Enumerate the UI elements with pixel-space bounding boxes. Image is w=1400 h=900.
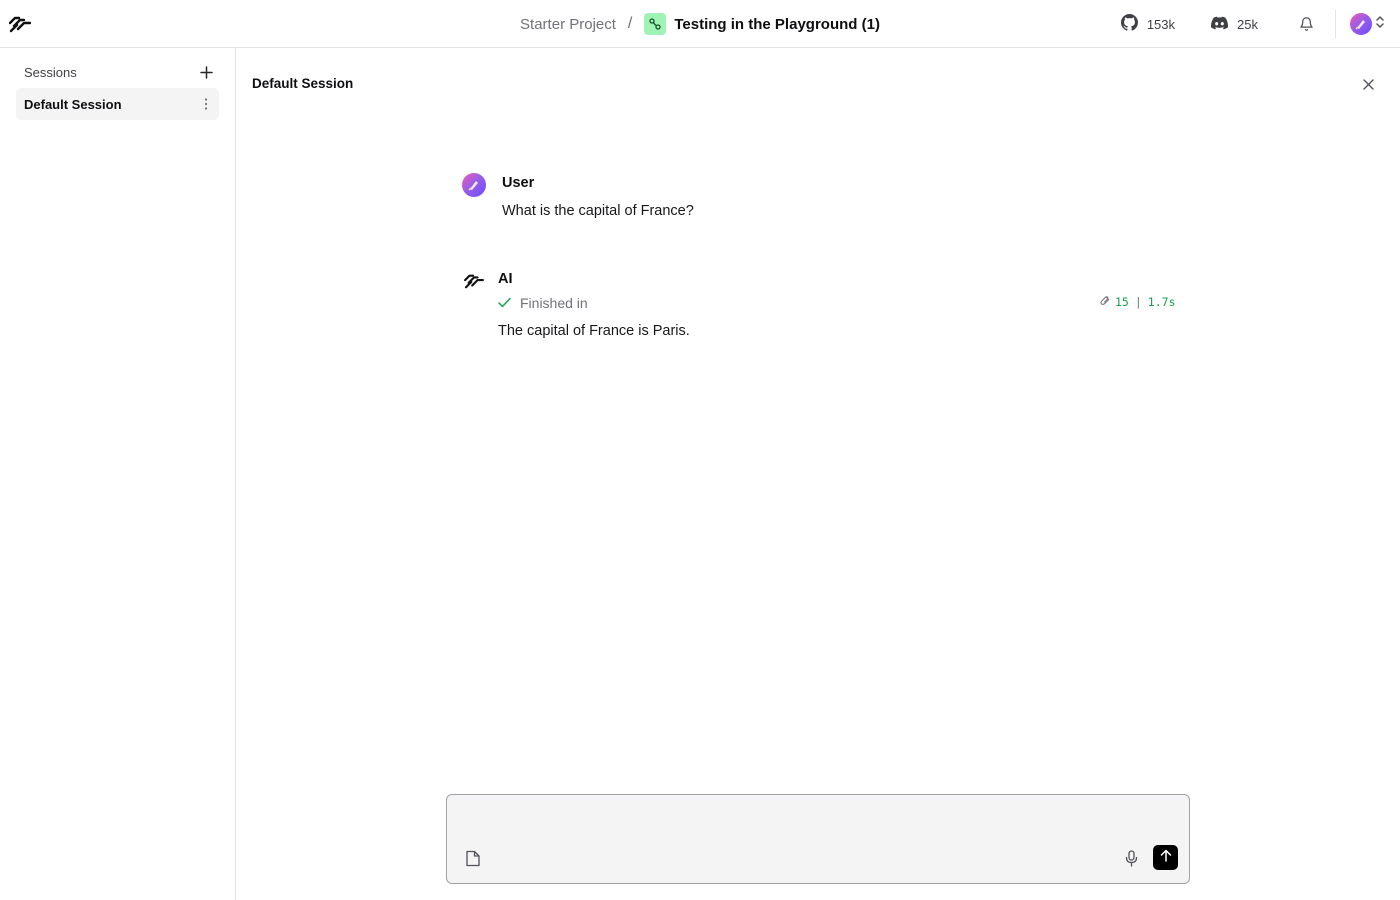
session-item-label: Default Session bbox=[24, 96, 122, 112]
discord-icon bbox=[1211, 16, 1229, 33]
microphone-icon[interactable] bbox=[1123, 848, 1139, 868]
user-avatar-icon bbox=[462, 173, 486, 197]
sessions-header: Sessions bbox=[24, 64, 214, 80]
send-button[interactable] bbox=[1153, 845, 1178, 870]
flow-icon bbox=[644, 13, 667, 35]
check-icon bbox=[498, 295, 511, 311]
chevron-up-down-icon bbox=[1374, 15, 1386, 34]
ai-logo-icon bbox=[464, 272, 484, 289]
header-actions: 153k 25k bbox=[1120, 0, 1386, 48]
meta-separator: | bbox=[1134, 295, 1142, 309]
message-status: Finished in bbox=[498, 295, 588, 311]
user-menu-button[interactable] bbox=[1350, 13, 1386, 35]
github-stars-button[interactable]: 153k bbox=[1120, 14, 1176, 34]
chat-composer bbox=[446, 794, 1190, 884]
discord-members-count: 25k bbox=[1237, 16, 1258, 32]
more-vertical-icon[interactable] bbox=[203, 96, 209, 112]
plus-icon[interactable] bbox=[198, 64, 214, 80]
avatar-icon bbox=[1350, 13, 1372, 35]
bell-icon[interactable] bbox=[1297, 15, 1315, 33]
discord-members-button[interactable]: 25k bbox=[1211, 16, 1258, 33]
flow-name[interactable]: Testing in the Playground (1) bbox=[674, 16, 880, 33]
chat-input[interactable] bbox=[461, 807, 1175, 837]
breadcrumb-separator: / bbox=[627, 15, 633, 32]
github-stars-count: 153k bbox=[1146, 16, 1176, 32]
github-icon bbox=[1120, 14, 1138, 34]
project-link[interactable]: Starter Project bbox=[520, 16, 616, 33]
session-item-default[interactable]: Default Session bbox=[16, 88, 219, 120]
arrow-up-icon bbox=[1160, 849, 1172, 867]
page-title: Default Session bbox=[252, 76, 354, 91]
top-header: Starter Project / Testing in the Playgro… bbox=[0, 0, 1400, 48]
sessions-title: Sessions bbox=[24, 64, 77, 80]
file-icon[interactable] bbox=[465, 849, 481, 867]
status-text: Finished in bbox=[520, 295, 588, 311]
close-icon[interactable] bbox=[1360, 76, 1376, 92]
token-icon bbox=[1100, 295, 1111, 309]
duration: 1.7s bbox=[1147, 295, 1176, 309]
langflow-logo-icon[interactable] bbox=[9, 14, 31, 34]
message-text: What is the capital of France? bbox=[502, 203, 694, 219]
sessions-sidebar: Sessions Default Session bbox=[0, 48, 236, 900]
message-meta: 15 | 1.7s bbox=[1100, 295, 1176, 309]
message-sender: User bbox=[502, 175, 535, 191]
message-sender: AI bbox=[498, 271, 513, 287]
token-count: 15 bbox=[1115, 295, 1129, 309]
header-divider bbox=[1335, 10, 1336, 38]
message-text: The capital of France is Paris. bbox=[498, 323, 690, 339]
